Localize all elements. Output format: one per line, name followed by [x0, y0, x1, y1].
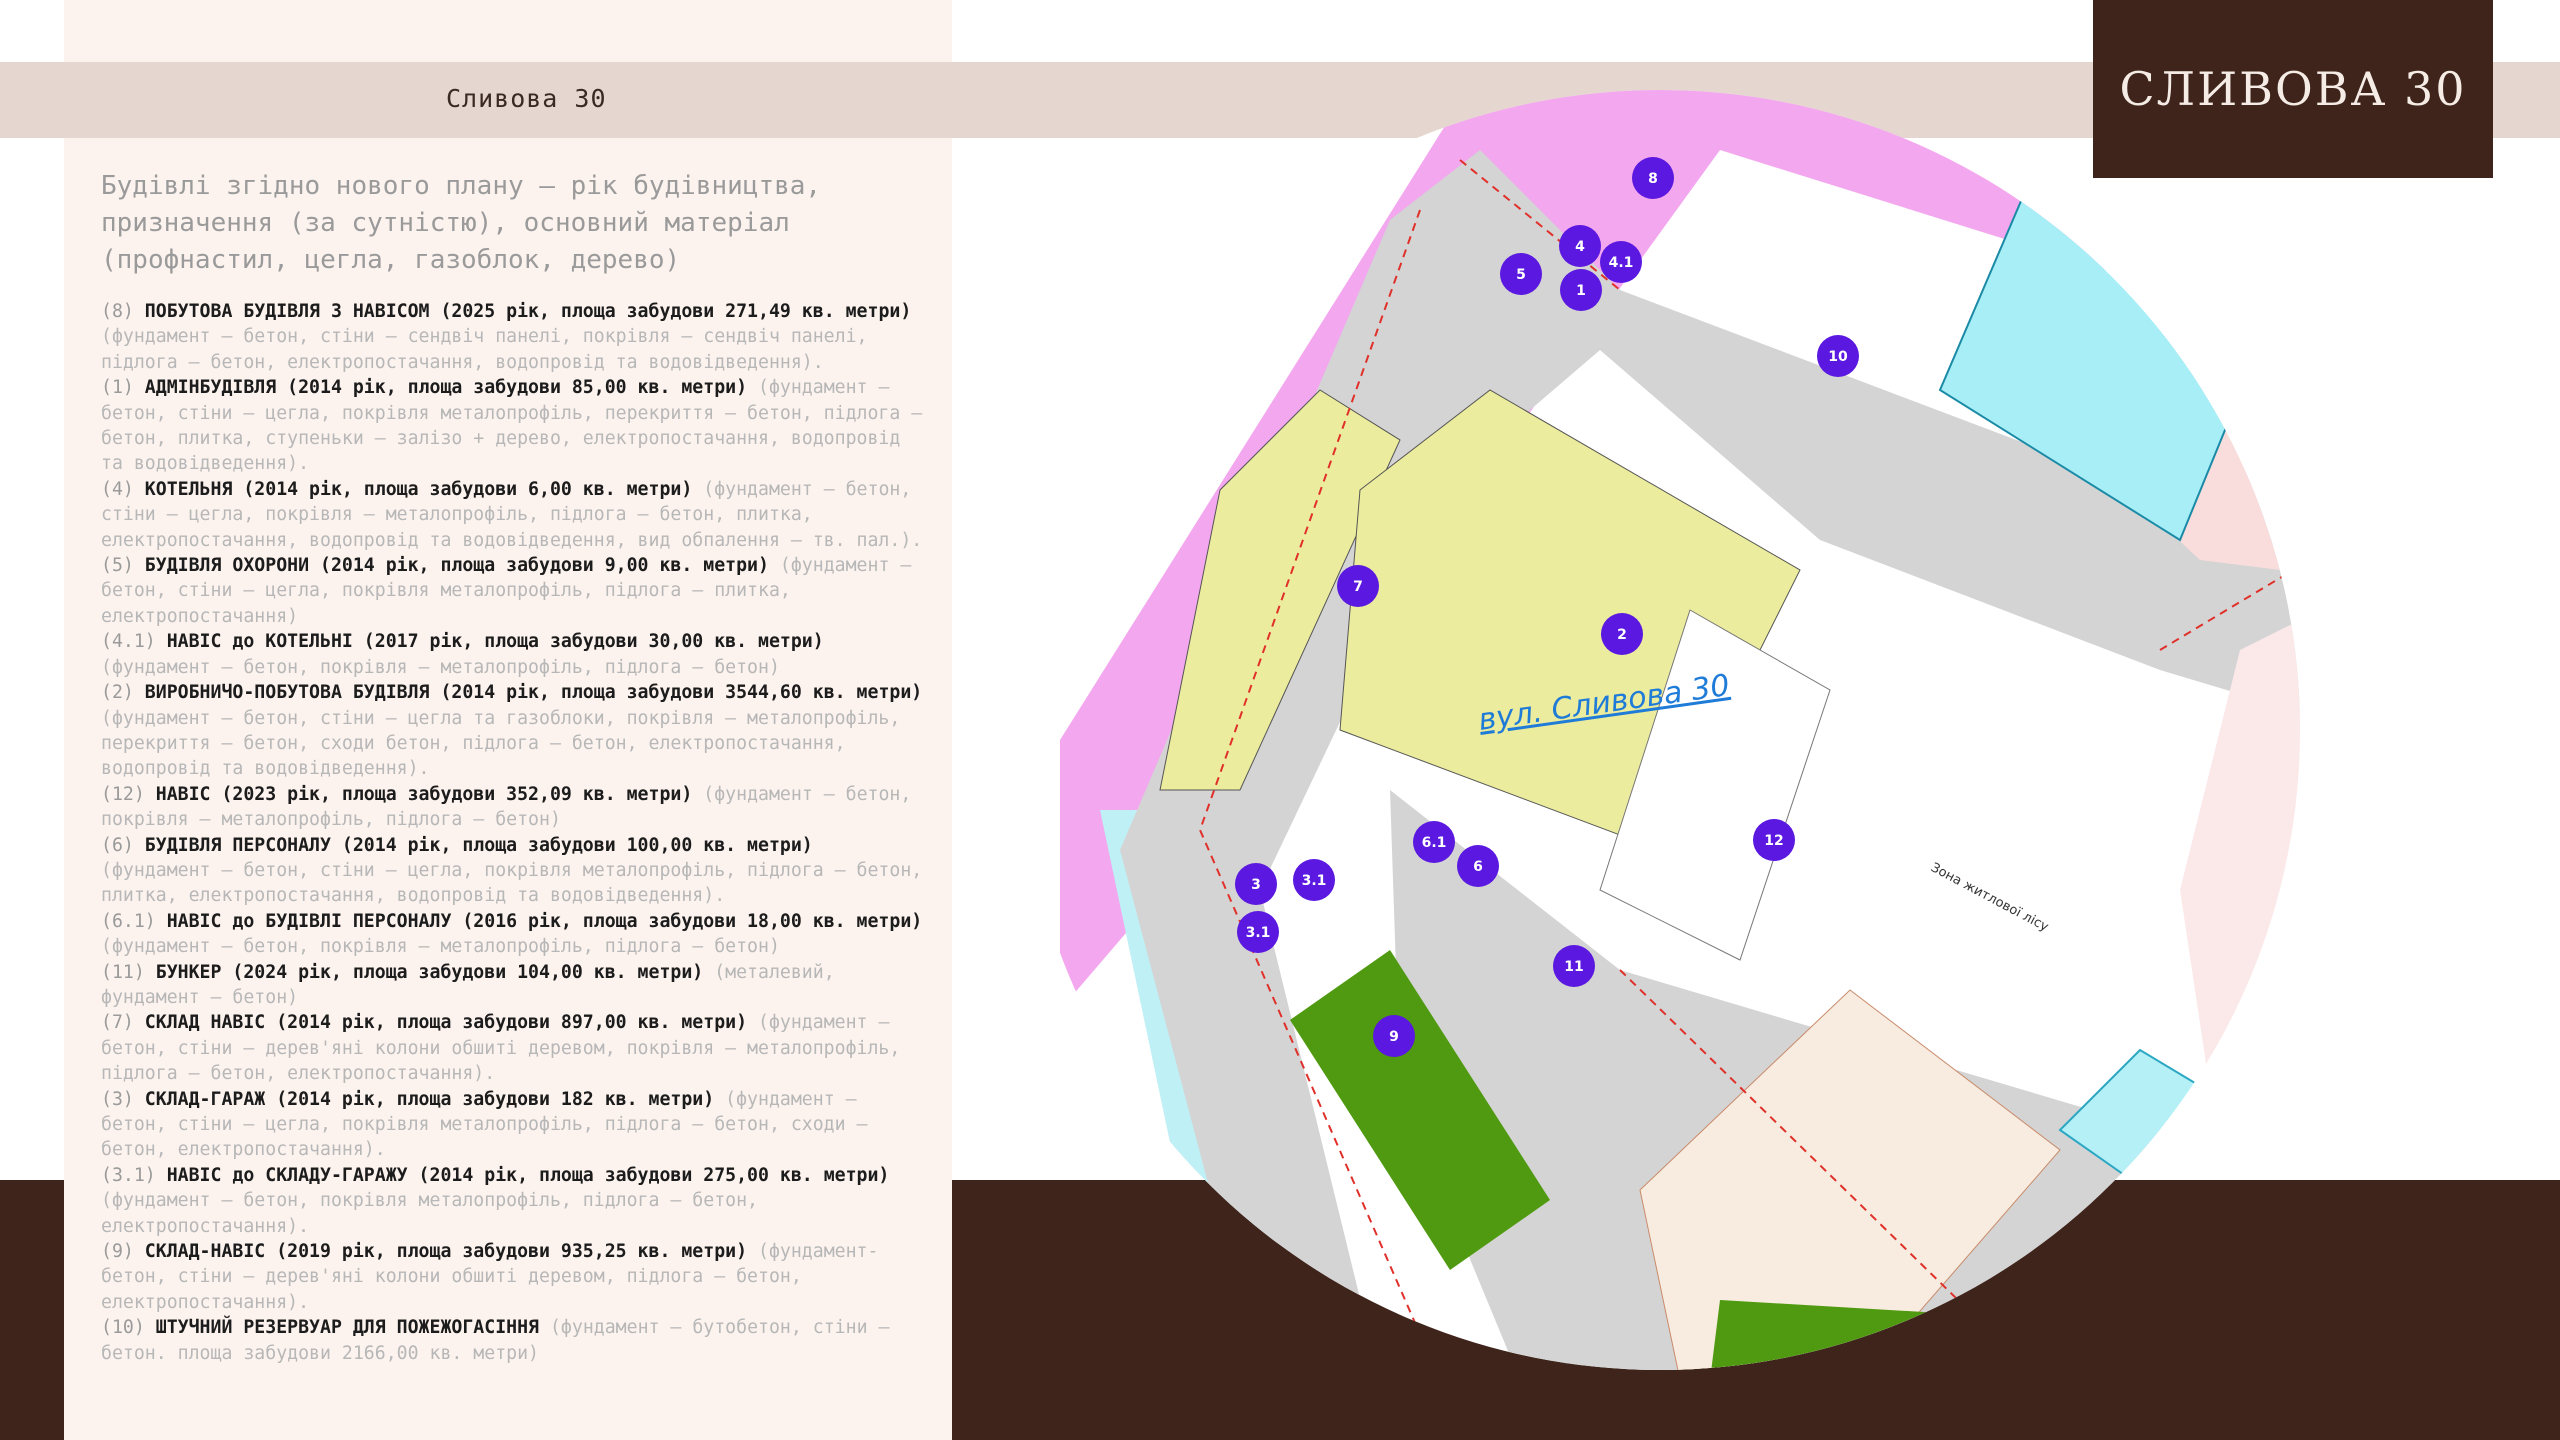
- building-heading: НАВІС (2023 рік, площа забудови 352,09 к…: [144, 783, 704, 805]
- building-item: (6) БУДІВЛЯ ПЕРСОНАЛУ (2014 рік, площа з…: [101, 833, 931, 909]
- building-number: (3): [101, 1088, 134, 1110]
- building-heading: СКЛАД НАВІС (2014 рік, площа забудови 89…: [133, 1012, 758, 1034]
- building-marker-label: 10: [1828, 349, 1848, 365]
- building-heading: НАВІС до БУДІВЛІ ПЕРСОНАЛУ (2016 рік, пл…: [155, 910, 923, 932]
- building-marker-label: 6.1: [1422, 835, 1447, 851]
- building-heading: НАВІС до КОТЕЛЬНІ (2017 рік, площа забуд…: [155, 631, 824, 653]
- building-number: (4.1): [101, 631, 156, 653]
- building-number: (6.1): [101, 910, 156, 932]
- building-heading: СКЛАД-ГАРАЖ (2014 рік, площа забудови 18…: [133, 1088, 726, 1110]
- building-heading: ШТУЧНИЙ РЕЗЕРВУАР ДЛЯ ПОЖЕЖОГАСІННЯ: [144, 1317, 550, 1339]
- building-item: (1) АДМІНБУДІВЛЯ (2014 рік, площа забудо…: [101, 375, 931, 477]
- building-marker-label: 3: [1251, 877, 1261, 893]
- building-number: (6): [101, 834, 134, 856]
- building-heading: НАВІС до СКЛАДУ-ГАРАЖУ (2014 рік, площа …: [155, 1164, 890, 1186]
- building-heading: ПОБУТОВА БУДІВЛЯ З НАВІСОМ (2025 рік, пл…: [133, 301, 912, 322]
- building-marker-label: 8: [1648, 171, 1658, 187]
- building-number: (11): [101, 961, 145, 983]
- building-heading: БУДІВЛЯ ОХОРОНИ (2014 рік, площа забудов…: [133, 555, 780, 577]
- building-marker-label: 3.1: [1246, 925, 1271, 941]
- building-marker-label: 2: [1617, 627, 1627, 643]
- building-marker-label: 1: [1576, 283, 1586, 299]
- building-number: (12): [101, 783, 145, 805]
- building-item: (11) БУНКЕР (2024 рік, площа забудови 10…: [101, 960, 931, 1011]
- building-item: (6.1) НАВІС до БУДІВЛІ ПЕРСОНАЛУ (2016 р…: [101, 909, 931, 960]
- building-item: (2) ВИРОБНИЧО-ПОБУТОВА БУДІВЛЯ (2014 рік…: [101, 680, 931, 782]
- building-heading: КОТЕЛЬНЯ (2014 рік, площа забудови 6,00 …: [133, 478, 704, 500]
- intro-text: Будівлі згідно нового плану – рік будівн…: [101, 171, 822, 275]
- building-marker-label: 7: [1353, 579, 1363, 595]
- building-heading: ВИРОБНИЧО-ПОБУТОВА БУДІВЛЯ (2014 рік, пл…: [133, 682, 923, 704]
- building-details: (фундамент – бетон, стіни – сендвіч пане…: [101, 326, 868, 373]
- building-item: (9) СКЛАД-НАВІС (2019 рік, площа забудов…: [101, 1239, 931, 1315]
- building-number: (9): [101, 1241, 134, 1263]
- building-marker-label: 3.1: [1302, 873, 1327, 889]
- description-panel: Сливова 30 Будівлі згідно нового плану –…: [64, 0, 952, 1440]
- building-marker-label: 6: [1473, 859, 1483, 875]
- building-item: (12) НАВІС (2023 рік, площа забудови 352…: [101, 782, 931, 833]
- site-plan-map: вул. Сливова 30 вул. Зона житлової лісу …: [1060, 90, 2360, 1380]
- building-details: (фундамент – бетон, покрівля металопрофі…: [101, 1190, 758, 1237]
- building-item: (7) СКЛАД НАВІС (2014 рік, площа забудов…: [101, 1010, 931, 1086]
- page-title: Сливова 30: [446, 84, 607, 113]
- building-item: (8) ПОБУТОВА БУДІВЛЯ З НАВІСОМ (2025 рік…: [101, 299, 931, 375]
- building-item: (10) ШТУЧНИЙ РЕЗЕРВУАР ДЛЯ ПОЖЕЖОГАСІННЯ…: [101, 1315, 931, 1366]
- green-bottom: [1710, 1300, 2060, 1370]
- building-marker-label: 4: [1575, 239, 1585, 255]
- building-heading: БУДІВЛЯ ПЕРСОНАЛУ (2014 рік, площа забуд…: [133, 834, 813, 856]
- building-number: (3.1): [101, 1164, 156, 1186]
- building-details: (фундамент – бетон, стіни – цегла, покрі…: [101, 859, 923, 907]
- building-item: (4.1) НАВІС до КОТЕЛЬНІ (2017 рік, площа…: [101, 629, 931, 680]
- building-details: (фундамент – бетон, покрівля – металопро…: [101, 656, 780, 678]
- building-number: (10): [101, 1317, 145, 1339]
- building-heading: АДМІНБУДІВЛЯ (2014 рік, площа забудови 8…: [133, 377, 758, 399]
- building-number: (1): [101, 377, 134, 399]
- building-number: (4): [101, 478, 134, 500]
- building-list: (8) ПОБУТОВА БУДІВЛЯ З НАВІСОМ (2025 рік…: [101, 299, 931, 1366]
- building-details: (фундамент – бетон, покрівля – металопро…: [101, 936, 780, 958]
- building-marker-label: 5: [1516, 267, 1526, 283]
- building-number: (2): [101, 682, 134, 704]
- building-item: (3.1) НАВІС до СКЛАДУ-ГАРАЖУ (2014 рік, …: [101, 1163, 931, 1239]
- building-number: (8): [101, 301, 134, 322]
- building-item: (5) БУДІВЛЯ ОХОРОНИ (2014 рік, площа заб…: [101, 553, 931, 629]
- building-heading: БУНКЕР (2024 рік, площа забудови 104,00 …: [144, 961, 715, 983]
- building-item: (3) СКЛАД-ГАРАЖ (2014 рік, площа забудов…: [101, 1087, 931, 1163]
- building-marker-label: 9: [1389, 1029, 1399, 1045]
- building-number: (5): [101, 555, 134, 577]
- building-marker-label: 12: [1764, 833, 1783, 849]
- site-plan-svg: вул. Сливова 30 вул. Зона житлової лісу …: [1060, 90, 2316, 1370]
- building-marker-label: 4.1: [1609, 255, 1634, 271]
- building-details: (фундамент – бетон, стіни – цегла та газ…: [101, 707, 901, 780]
- building-heading: СКЛАД-НАВІС (2019 рік, площа забудови 93…: [133, 1241, 758, 1263]
- building-number: (7): [101, 1012, 134, 1034]
- building-item: (4) КОТЕЛЬНЯ (2014 рік, площа забудови 6…: [101, 477, 931, 553]
- building-marker-label: 11: [1564, 959, 1583, 975]
- street-label-edge: вул.: [2257, 1009, 2316, 1046]
